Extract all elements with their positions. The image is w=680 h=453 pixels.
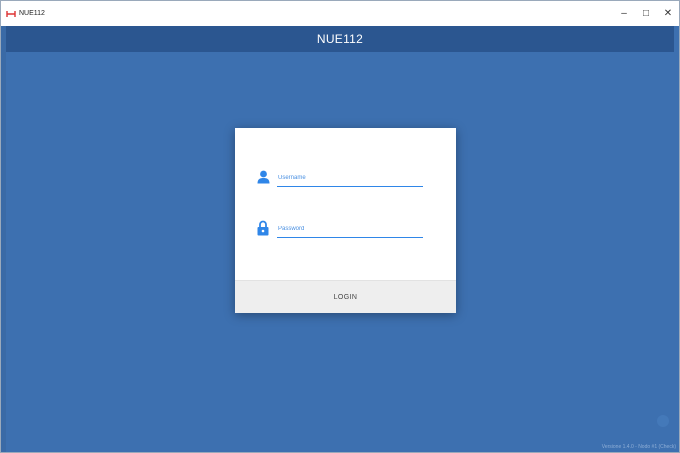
username-input[interactable] — [277, 170, 423, 187]
username-row — [235, 168, 456, 192]
page-title: NUE112 — [316, 32, 364, 46]
window-title: NUE112 — [19, 10, 45, 17]
app-window: NUE112 – □ ✕ NUE112 Username LOGIN Versi… — [0, 0, 680, 453]
app-logo-icon — [6, 9, 16, 19]
window-titlebar[interactable]: NUE112 – □ ✕ — [1, 1, 679, 26]
close-button[interactable]: ✕ — [657, 1, 679, 26]
password-input[interactable] — [277, 221, 423, 238]
version-label: Versione 1.4.0 - Nodo #1 (Check) — [601, 444, 676, 450]
app-header: NUE112 — [6, 26, 674, 52]
left-edge — [1, 26, 6, 452]
window-controls: – □ ✕ — [613, 1, 679, 26]
maximize-button[interactable]: □ — [635, 1, 657, 26]
lock-icon — [256, 219, 270, 237]
login-card: LOGIN — [235, 128, 456, 313]
person-icon — [256, 168, 270, 186]
minimize-button[interactable]: – — [613, 1, 635, 26]
login-button[interactable]: LOGIN — [235, 280, 456, 313]
decorative-circle — [657, 415, 669, 427]
password-row — [235, 219, 456, 243]
